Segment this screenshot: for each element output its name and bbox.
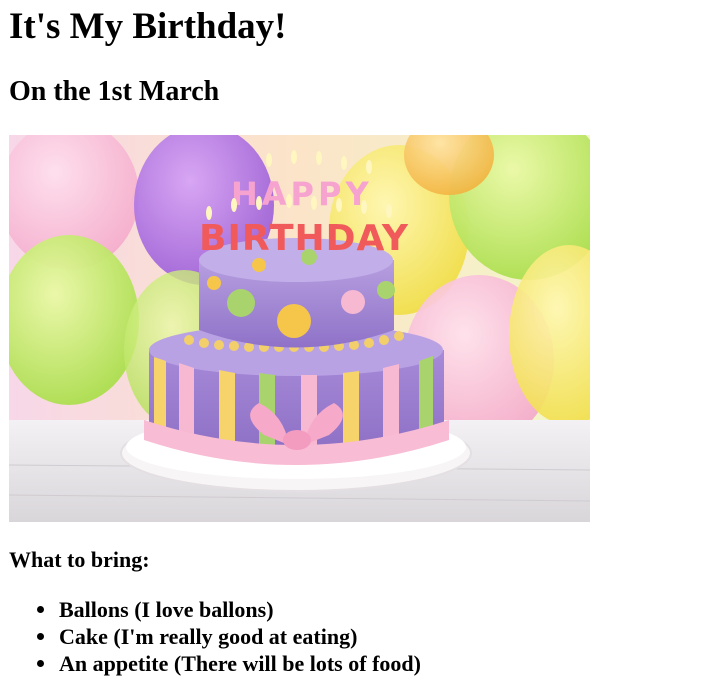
happy-topper-text: HAPPY: [231, 175, 373, 213]
list-item-text: Ballons (I love ballons): [59, 597, 274, 622]
list-item: An appetite (There will be lots of food): [37, 650, 421, 677]
bullet-icon: [37, 660, 44, 667]
birthday-cake-image: HAPPY BIRTHDAY: [9, 135, 590, 522]
what-to-bring-heading: What to bring:: [9, 547, 150, 572]
list-item: Ballons (I love ballons): [37, 596, 421, 623]
page-title: It's My Birthday!: [9, 6, 287, 47]
page-subtitle: On the 1st March: [9, 76, 220, 107]
list-item: Cake (I'm really good at eating): [37, 623, 421, 650]
list-item-text: An appetite (There will be lots of food): [59, 651, 421, 676]
list-item-text: Cake (I'm really good at eating): [59, 624, 358, 649]
birthday-topper-text: BIRTHDAY: [199, 218, 409, 259]
bullet-icon: [37, 633, 44, 640]
bullet-icon: [37, 606, 44, 613]
bring-list: Ballons (I love ballons) Cake (I'm reall…: [9, 596, 421, 677]
